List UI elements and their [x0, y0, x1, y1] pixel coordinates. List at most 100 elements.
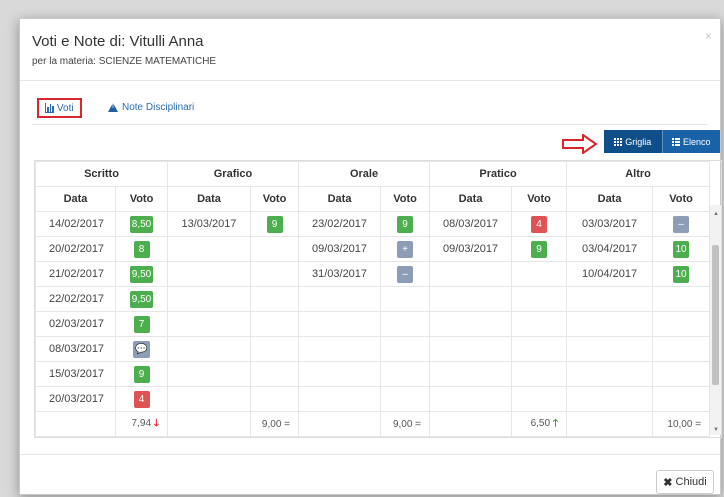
- grade-cell: [652, 386, 711, 412]
- trend-down-icon: 🡓: [151, 417, 159, 429]
- grade-badge[interactable]: 9,50: [129, 265, 154, 283]
- table-row: 15/03/2017 9: [35, 361, 711, 387]
- grade-cell: 9: [380, 211, 431, 237]
- grade-badge[interactable]: 💬: [133, 340, 150, 358]
- grade-cell: [652, 286, 711, 312]
- warning-icon: [108, 103, 118, 112]
- grade-cell: [511, 311, 568, 337]
- grade-cell: [511, 386, 568, 412]
- grade-date: 21/02/2017: [35, 261, 116, 287]
- grade-date: [566, 311, 654, 337]
- grade-date: [429, 386, 513, 412]
- close-button[interactable]: ✖ Chiudi: [656, 470, 714, 494]
- grade-badge[interactable]: 8,50: [129, 215, 154, 233]
- grade-badge[interactable]: 10: [673, 240, 690, 258]
- tab-voti-label: Voti: [56, 102, 74, 114]
- grade-date: [167, 261, 251, 287]
- grade-date: 13/03/2017: [167, 211, 251, 237]
- grade-date: 10/04/2017: [566, 261, 654, 287]
- grade-date: 08/03/2017: [35, 336, 116, 362]
- grade-cell: –: [652, 211, 711, 237]
- average-number: 9,00 =: [392, 418, 422, 430]
- average-spacer: [167, 411, 251, 437]
- grade-column-header: Voto: [511, 186, 568, 212]
- date-column-header: Data: [298, 186, 382, 212]
- scroll-up-icon[interactable]: ▲: [713, 211, 719, 217]
- grade-date: [298, 386, 382, 412]
- footer-divider: [20, 454, 720, 455]
- grade-cell: 10: [652, 236, 711, 262]
- grade-date: [298, 286, 382, 312]
- grade-date: 14/02/2017: [35, 211, 116, 237]
- grade-cell: 9: [511, 236, 568, 262]
- grade-badge[interactable]: 9: [133, 365, 150, 383]
- grid-view-label: Griglia: [625, 136, 652, 147]
- grade-badge[interactable]: 8: [133, 240, 150, 258]
- modal-subtitle: per la materia: SCIENZE MATEMATICHE: [32, 56, 217, 67]
- grade-badge[interactable]: –: [397, 265, 414, 283]
- grade-cell: [511, 336, 568, 362]
- grade-date: [429, 311, 513, 337]
- view-toggle: Griglia Elenco: [604, 130, 720, 153]
- tab-note-disciplinari[interactable]: Note Disciplinari: [108, 102, 194, 113]
- list-view-button[interactable]: Elenco: [662, 130, 720, 153]
- grade-badge[interactable]: 9: [531, 240, 548, 258]
- close-button-label: Chiudi: [675, 476, 707, 488]
- grade-cell: [249, 311, 300, 337]
- scroll-down-icon[interactable]: ▼: [713, 427, 719, 433]
- grade-badge[interactable]: 9: [266, 215, 283, 233]
- average-value: 10,00 =: [652, 411, 711, 437]
- average-number: 10,00 =: [667, 418, 702, 430]
- grade-cell: [249, 286, 300, 312]
- grid-view-button[interactable]: Griglia: [604, 130, 663, 153]
- grade-date: [167, 311, 251, 337]
- grade-cell: [511, 261, 568, 287]
- grade-badge[interactable]: +: [397, 240, 414, 258]
- average-spacer: [35, 411, 116, 437]
- grade-cell: 7: [115, 311, 168, 337]
- grade-badge[interactable]: 9: [397, 215, 414, 233]
- grade-cell: [249, 336, 300, 362]
- tab-voti[interactable]: Voti: [37, 98, 82, 118]
- date-column-header: Data: [167, 186, 251, 212]
- header-divider: [20, 80, 720, 81]
- grade-badge[interactable]: 4: [531, 215, 548, 233]
- date-column-header: Data: [566, 186, 654, 212]
- grade-cell: [652, 336, 711, 362]
- grade-date: 09/03/2017: [298, 236, 382, 262]
- tab-note-label: Note Disciplinari: [122, 102, 195, 113]
- list-icon: [671, 137, 680, 146]
- grade-date: [167, 286, 251, 312]
- grade-date: [566, 386, 654, 412]
- grade-cell: 9: [115, 361, 168, 387]
- grade-badge[interactable]: 9,50: [129, 290, 154, 308]
- grade-cell: [511, 361, 568, 387]
- arrow-right-icon: [562, 134, 598, 154]
- grade-date: [167, 336, 251, 362]
- grade-date: 20/03/2017: [35, 386, 116, 412]
- close-icon[interactable]: ×: [705, 29, 712, 43]
- average-number: 9,00 =: [261, 418, 291, 430]
- grade-cell: [249, 261, 300, 287]
- grade-badge[interactable]: 7: [133, 315, 150, 333]
- grade-cell: 8,50: [115, 211, 168, 237]
- group-header-orale: Orale: [298, 161, 431, 187]
- table-scrollbar[interactable]: ▲ ▼: [710, 205, 721, 435]
- grade-badge[interactable]: 4: [133, 390, 150, 408]
- grade-cell: +: [380, 236, 431, 262]
- grade-badge[interactable]: 10: [673, 265, 690, 283]
- table-row: 22/02/2017 9,50: [35, 286, 711, 312]
- trend-up-icon: 🡑: [550, 417, 559, 429]
- grade-badge[interactable]: –: [673, 215, 690, 233]
- grade-date: [167, 386, 251, 412]
- grade-cell: [652, 311, 711, 337]
- grade-cell: 4: [115, 386, 168, 412]
- grades-table-container: Scritto Grafico Orale Pratico Altro Data…: [34, 160, 722, 438]
- grades-modal: × Voti e Note di: Vitulli Anna per la ma…: [19, 18, 722, 495]
- average-value: 6,50 🡑: [511, 411, 568, 437]
- list-view-label: Elenco: [682, 136, 711, 147]
- scrollbar-thumb[interactable]: [712, 245, 719, 385]
- grade-date: 02/03/2017: [35, 311, 116, 337]
- grade-date: 31/03/2017: [298, 261, 382, 287]
- table-row: 02/03/2017 7: [35, 311, 711, 337]
